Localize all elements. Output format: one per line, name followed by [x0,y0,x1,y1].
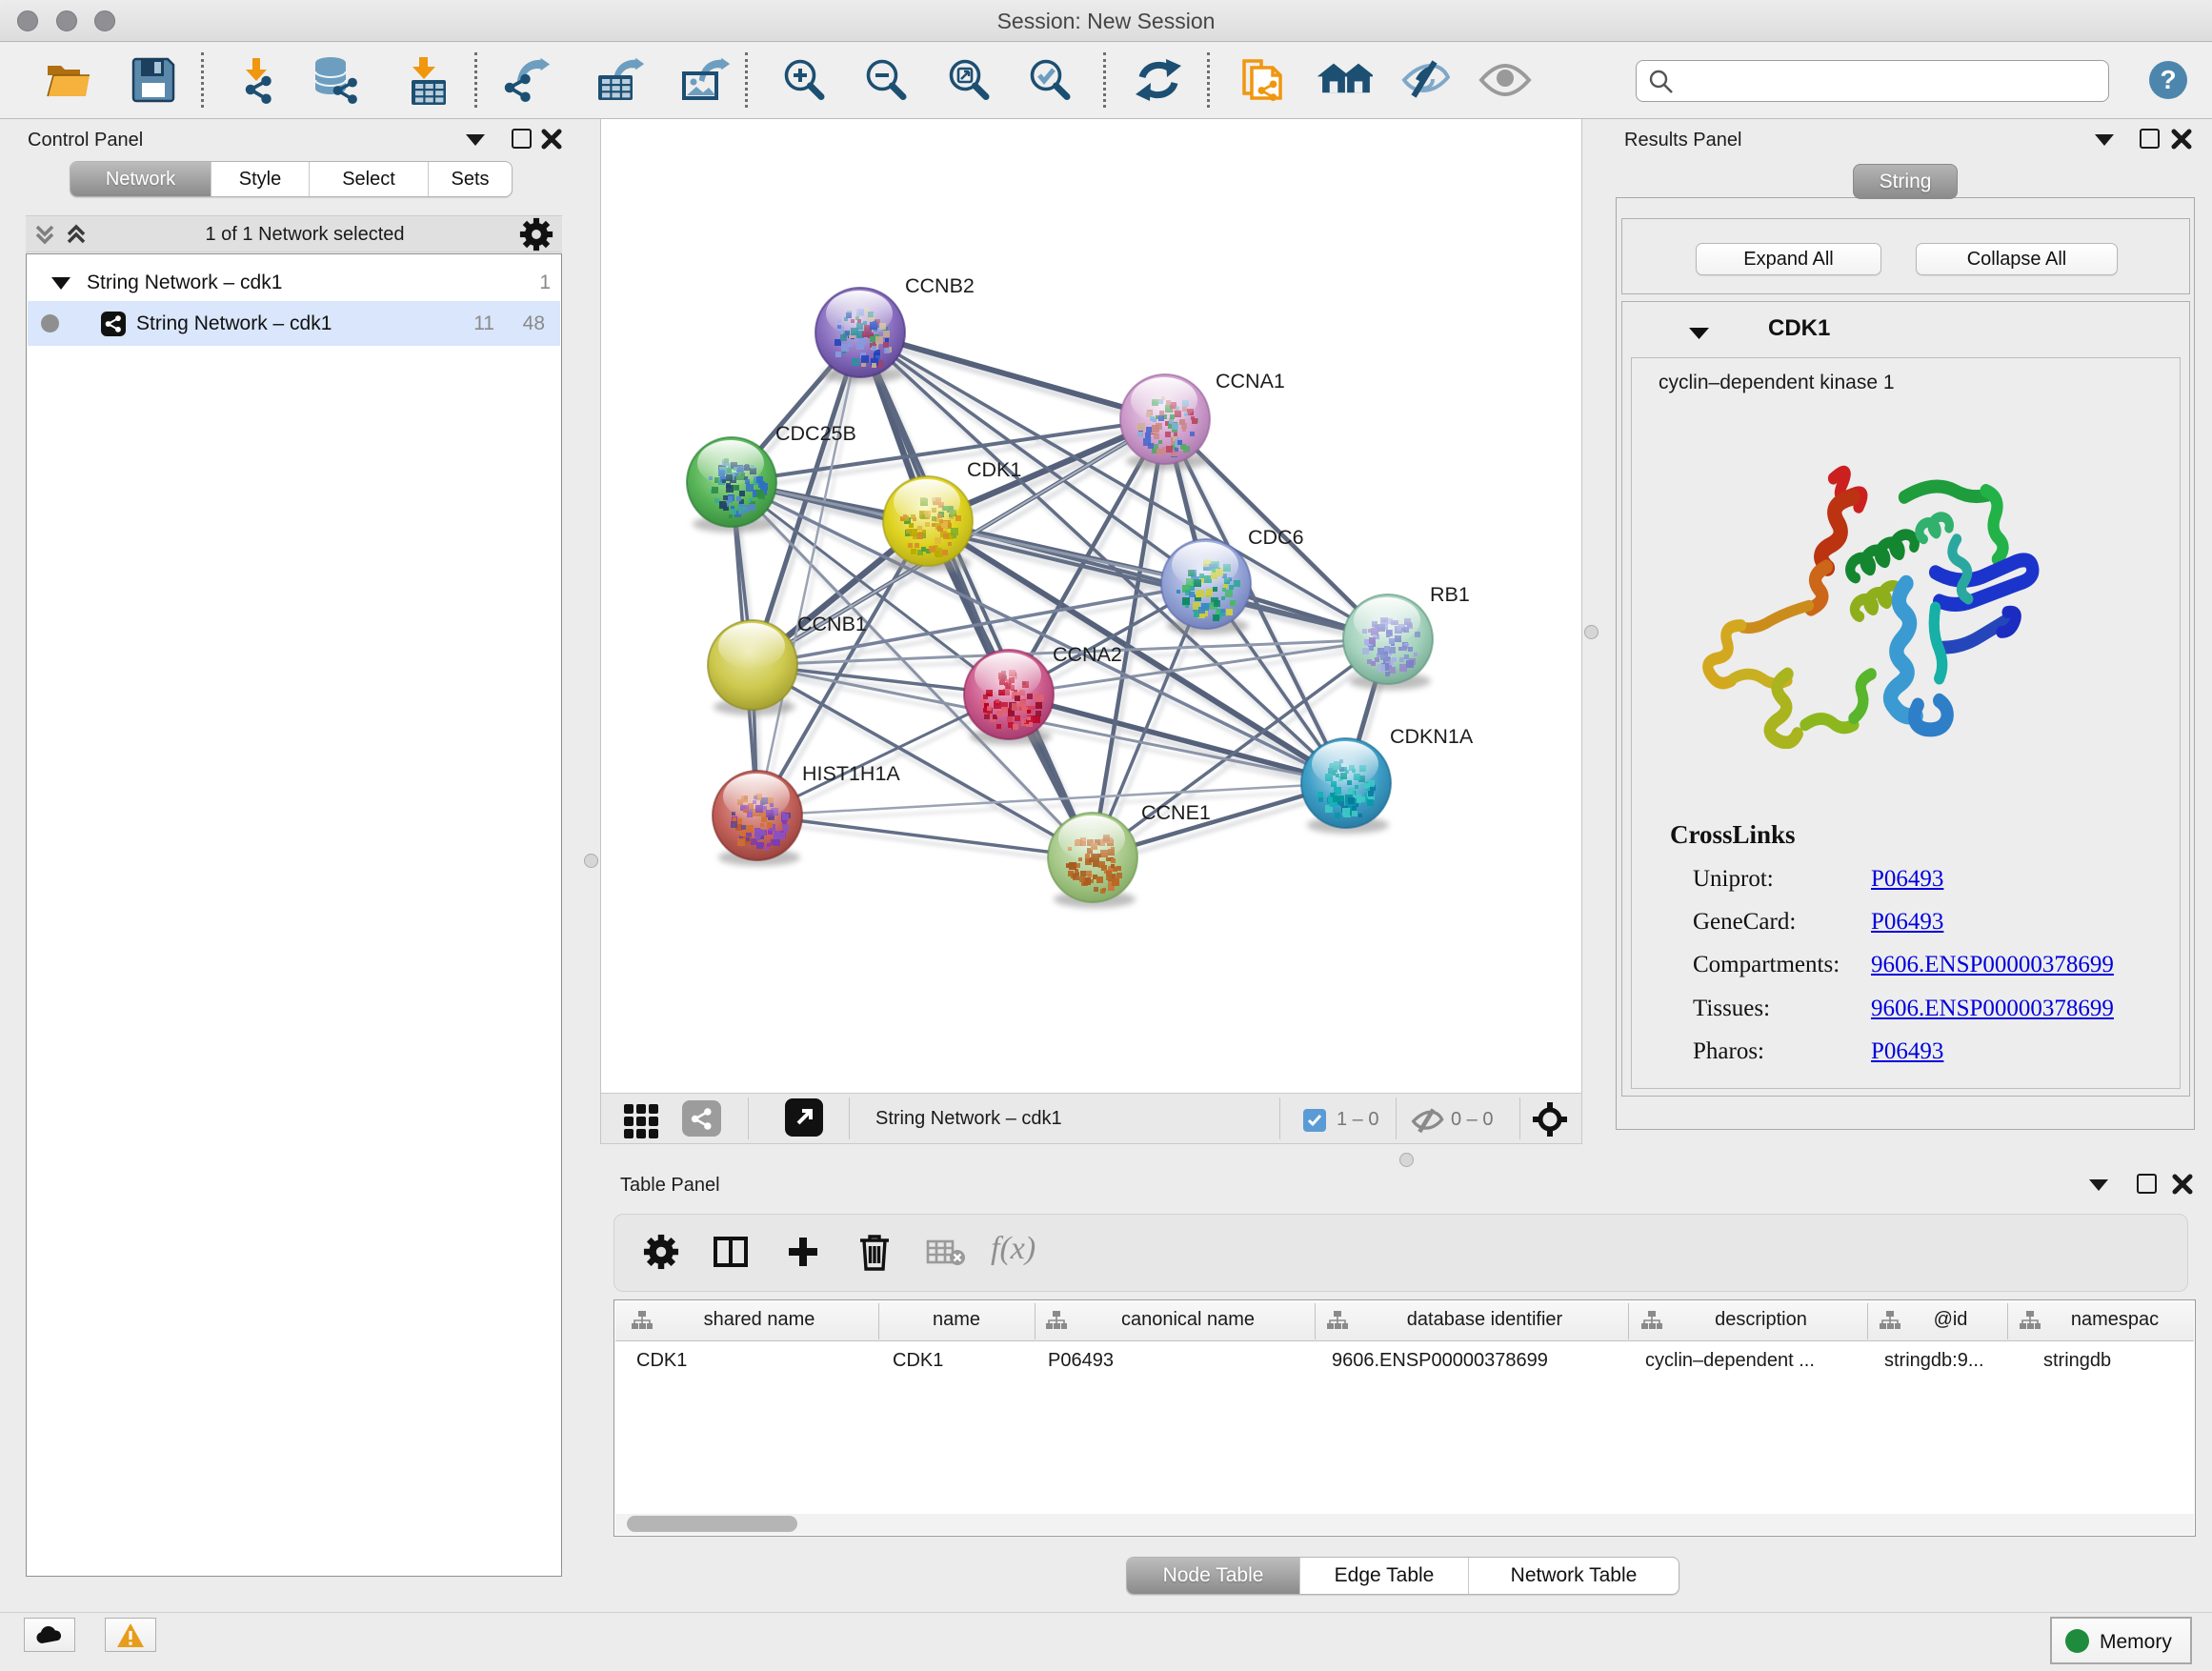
svg-text:CCNA1: CCNA1 [1216,370,1285,393]
svg-text:?: ? [2160,65,2176,94]
svg-text:CCNB1: CCNB1 [797,613,867,635]
svg-text:CCNA2: CCNA2 [1053,643,1122,666]
svg-text:RB1: RB1 [1430,583,1470,606]
svg-text:CDKN1A: CDKN1A [1390,725,1474,748]
svg-text:HIST1H1A: HIST1H1A [802,762,900,785]
svg-text:CDC25B: CDC25B [775,422,856,445]
svg-text:CDC6: CDC6 [1248,526,1304,549]
svg-text:CCNB2: CCNB2 [905,274,975,297]
svg-text:CCNE1: CCNE1 [1141,801,1211,824]
svg-text:CDK1: CDK1 [967,458,1021,481]
